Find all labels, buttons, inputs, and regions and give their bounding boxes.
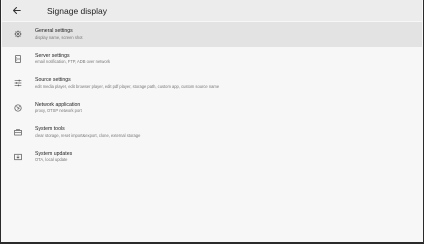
settings-item-title: System updates bbox=[35, 150, 73, 157]
settings-item-texts: System tools clear storage, reset import… bbox=[35, 126, 140, 138]
update-icon bbox=[8, 153, 28, 161]
settings-item-general[interactable]: General settings display name, screen sh… bbox=[2, 22, 422, 47]
settings-list: General settings display name, screen sh… bbox=[2, 22, 422, 169]
settings-item-subtitle: edit media player, edit browser player, … bbox=[35, 83, 220, 89]
settings-item-texts: Source settings edit media player, edit … bbox=[35, 77, 219, 89]
settings-item-network[interactable]: Network application proxy, OTSP network … bbox=[2, 96, 422, 121]
tune-icon bbox=[8, 79, 28, 87]
toolbox-icon bbox=[8, 128, 28, 136]
page-title: Signage display bbox=[47, 5, 108, 16]
arrow-left-icon[interactable] bbox=[10, 5, 22, 17]
settings-item-system-updates[interactable]: System updates OTA, local update bbox=[2, 145, 422, 170]
settings-item-system-tools[interactable]: System tools clear storage, reset import… bbox=[2, 120, 422, 145]
window: Signage display General settings display… bbox=[0, 0, 424, 244]
settings-item-subtitle: display name, screen shot bbox=[35, 34, 83, 40]
settings-item-source[interactable]: Source settings edit media player, edit … bbox=[2, 71, 422, 96]
settings-item-title: System tools bbox=[35, 126, 65, 133]
settings-item-subtitle: proxy, OTSP network port bbox=[35, 108, 82, 114]
settings-item-title: Network application bbox=[35, 101, 81, 108]
settings-item-subtitle: email notification, FTP, ADB over networ… bbox=[35, 59, 111, 65]
settings-item-title: Source settings bbox=[35, 77, 71, 84]
settings-item-title: Server settings bbox=[35, 52, 70, 59]
settings-item-texts: System updates OTA, local update bbox=[35, 151, 72, 163]
settings-item-server[interactable]: Server settings email notification, FTP,… bbox=[2, 47, 422, 72]
settings-item-texts: Server settings email notification, FTP,… bbox=[35, 53, 110, 65]
settings-item-title: General settings bbox=[35, 28, 73, 35]
settings-item-texts: General settings display name, screen sh… bbox=[35, 28, 83, 40]
app-bar: Signage display bbox=[2, 0, 422, 21]
settings-item-subtitle: OTA, local update bbox=[35, 157, 68, 163]
network-icon bbox=[8, 104, 28, 112]
gear-icon bbox=[8, 30, 28, 38]
settings-item-texts: Network application proxy, OTSP network … bbox=[35, 102, 82, 114]
server-icon bbox=[8, 55, 28, 63]
settings-item-subtitle: clear storage, reset import&export, clon… bbox=[35, 132, 141, 138]
